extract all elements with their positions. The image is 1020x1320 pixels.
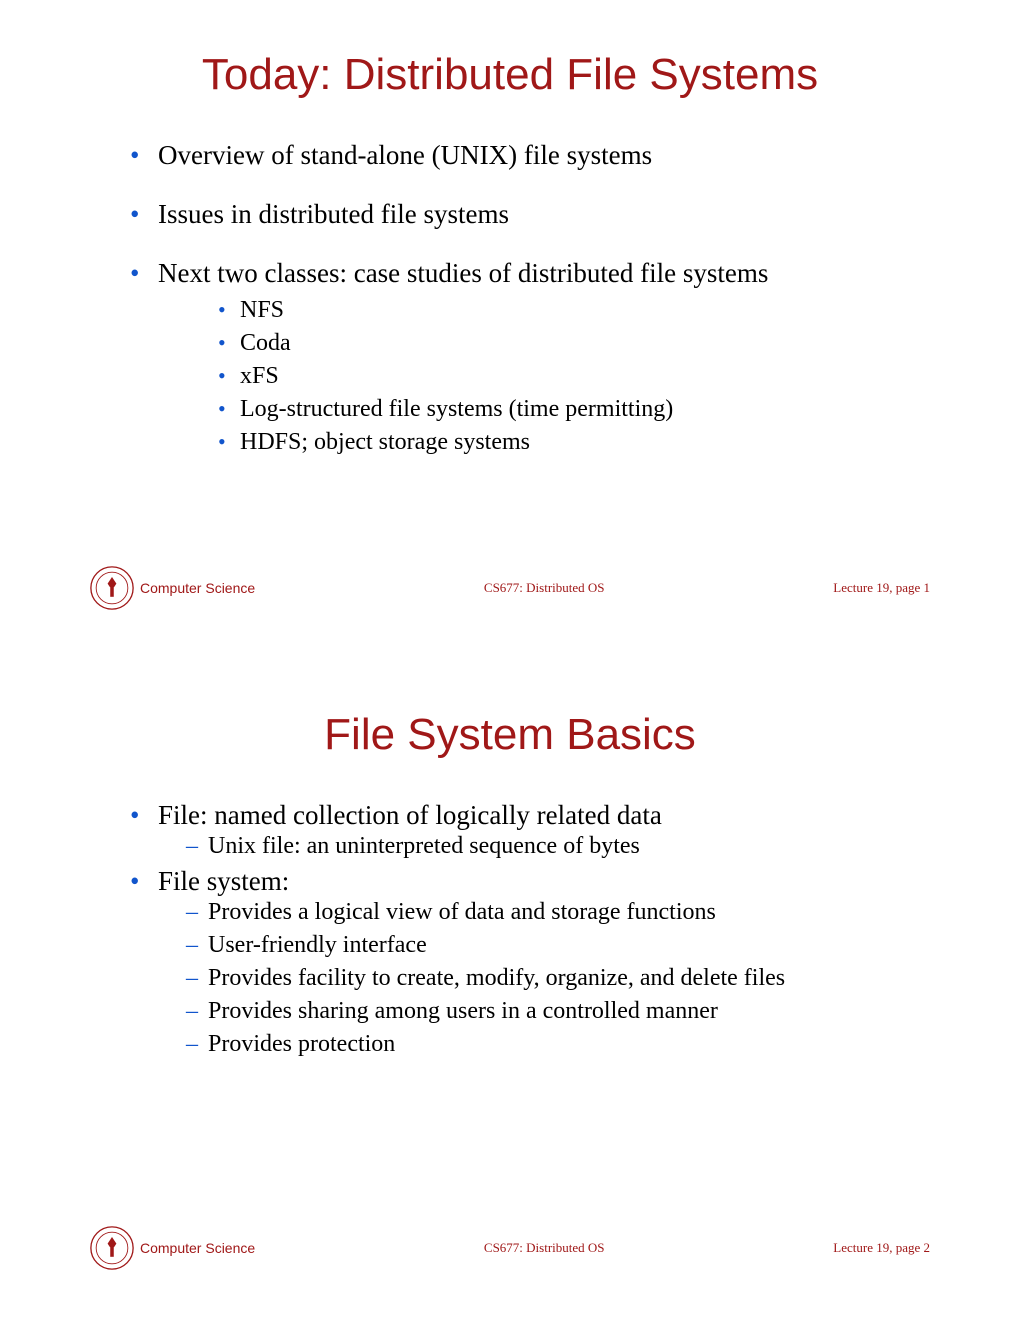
sub-bullet-item: HDFS; object storage systems bbox=[218, 429, 930, 456]
bullet-text: File: named collection of logically rela… bbox=[158, 800, 662, 830]
sub-dash-item: Provides a logical view of data and stor… bbox=[186, 899, 930, 926]
sub-bullet-item: Coda bbox=[218, 330, 930, 357]
bullet-list: Overview of stand-alone (UNIX) file syst… bbox=[130, 140, 930, 456]
slide-footer: Computer Science CS677: Distributed OS L… bbox=[90, 566, 930, 610]
bullet-text: Next two classes: case studies of distri… bbox=[158, 258, 768, 288]
sub-dash-item: Provides facility to create, modify, org… bbox=[186, 965, 930, 992]
bullet-item: File system: Provides a logical view of … bbox=[130, 866, 930, 1058]
sub-dash-list: Unix file: an uninterpreted sequence of … bbox=[186, 833, 930, 860]
sub-bullet-item: NFS bbox=[218, 297, 930, 324]
footer-dept: Computer Science bbox=[140, 1240, 255, 1256]
bullet-list: File: named collection of logically rela… bbox=[130, 800, 930, 1058]
university-seal-icon bbox=[90, 566, 134, 610]
sub-dash-item: User-friendly interface bbox=[186, 932, 930, 959]
bullet-item: File: named collection of logically rela… bbox=[130, 800, 930, 860]
slide-title: Today: Distributed File Systems bbox=[90, 50, 930, 100]
bullet-item: Overview of stand-alone (UNIX) file syst… bbox=[130, 140, 930, 171]
bullet-text: Overview of stand-alone (UNIX) file syst… bbox=[158, 140, 652, 170]
sub-dash-item: Provides sharing among users in a contro… bbox=[186, 998, 930, 1025]
slide-footer: Computer Science CS677: Distributed OS L… bbox=[90, 1226, 930, 1270]
slide-2: File System Basics File: named collectio… bbox=[0, 660, 1020, 1320]
bullet-item: Issues in distributed file systems bbox=[130, 199, 930, 230]
sub-bullet-item: Log-structured file systems (time permit… bbox=[218, 396, 930, 423]
sub-dash-item: Provides protection bbox=[186, 1031, 930, 1058]
footer-dept: Computer Science bbox=[140, 580, 255, 596]
sub-bullet-item: xFS bbox=[218, 363, 930, 390]
footer-course: CS677: Distributed OS bbox=[255, 1240, 833, 1256]
sub-dash-list: Provides a logical view of data and stor… bbox=[186, 899, 930, 1058]
sub-dash-item: Unix file: an uninterpreted sequence of … bbox=[186, 833, 930, 860]
footer-page: Lecture 19, page 1 bbox=[833, 580, 930, 596]
footer-course: CS677: Distributed OS bbox=[255, 580, 833, 596]
slide-1: Today: Distributed File Systems Overview… bbox=[0, 0, 1020, 660]
bullet-item: Next two classes: case studies of distri… bbox=[130, 258, 930, 456]
bullet-text: File system: bbox=[158, 866, 289, 896]
slide-title: File System Basics bbox=[90, 710, 930, 760]
sub-bullet-list: NFS Coda xFS Log-structured file systems… bbox=[218, 297, 930, 456]
footer-page: Lecture 19, page 2 bbox=[833, 1240, 930, 1256]
bullet-text: Issues in distributed file systems bbox=[158, 199, 509, 229]
university-seal-icon bbox=[90, 1226, 134, 1270]
